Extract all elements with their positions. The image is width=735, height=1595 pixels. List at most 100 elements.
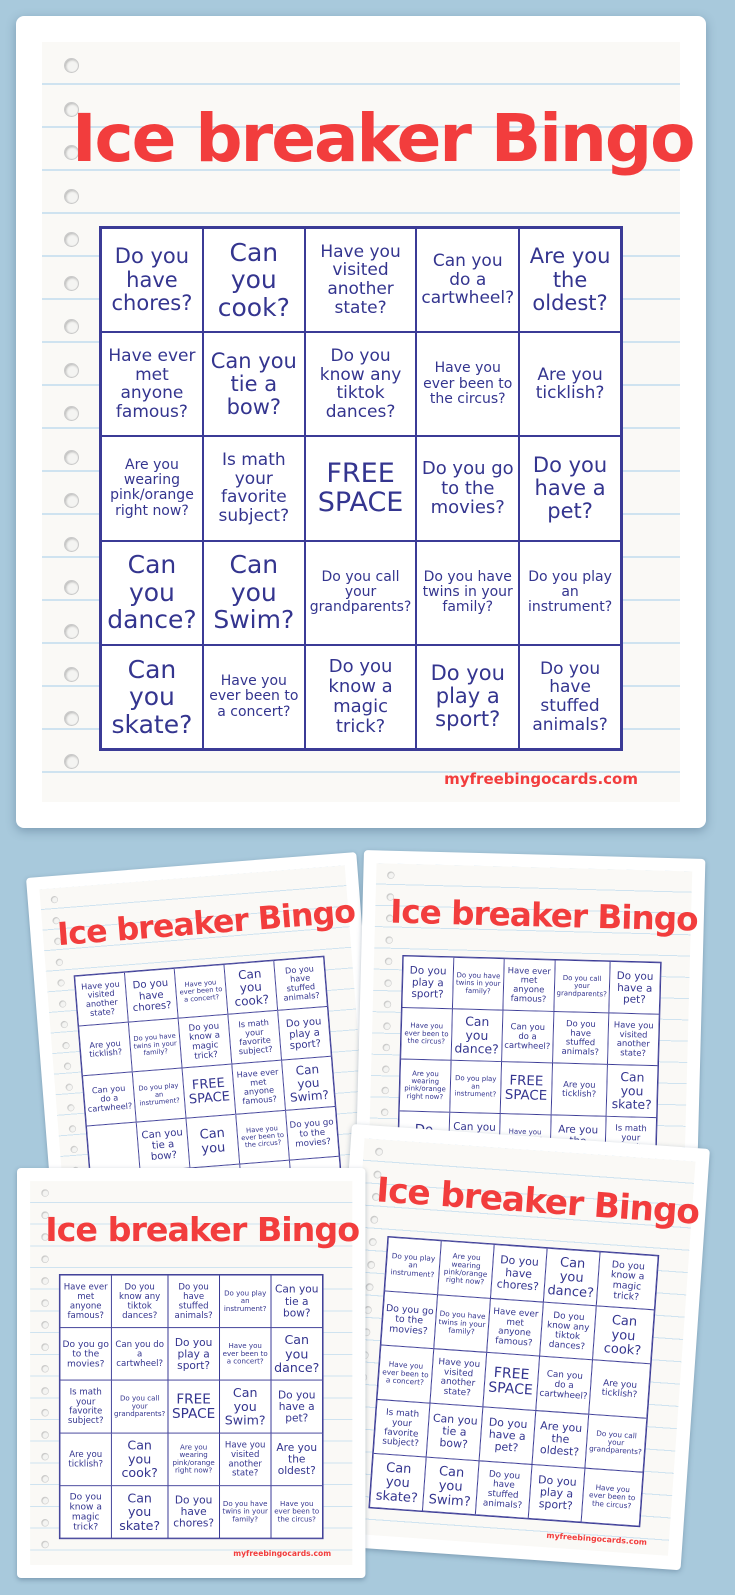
bingo-cell: Do you play an instrument? — [519, 540, 621, 645]
free-space-cell: FREE SPACE — [182, 1064, 236, 1118]
bingo-cell: Do you call your grandparents? — [111, 1380, 168, 1433]
bingo-cell: Can you do a cartwheel? — [416, 228, 520, 333]
bingo-cell: Do you go to the movies? — [380, 1291, 438, 1349]
bingo-cell: Do you have a pet? — [608, 961, 661, 1015]
bingo-cell: Is math your favorite subject? — [59, 1380, 112, 1433]
bingo-cell: Have you ever been to the circus? — [400, 1007, 453, 1061]
bingo-cell: Are you wearing pink/orange right now? — [167, 1432, 220, 1486]
bingo-cell: Have you ever been to the circus? — [416, 332, 520, 437]
bingo-cell: Are you wearing pink/orange right now? — [437, 1240, 495, 1299]
bingo-cell: Do you go to the movies? — [416, 436, 520, 541]
hole-icon — [41, 1189, 49, 1197]
bingo-cell: Have you visited another state? — [74, 972, 129, 1027]
bingo-cell: Have ever met anyone famous? — [231, 1060, 286, 1115]
hole-icon — [366, 1260, 376, 1269]
hole-icon — [41, 1255, 49, 1263]
bingo-cell: Do you have stuffed animals? — [273, 956, 328, 1011]
bingo-cell: Do you play a sport? — [167, 1327, 220, 1381]
bingo-cell: Can you tie a bow? — [426, 1402, 483, 1461]
hole-icon — [60, 1020, 69, 1029]
bingo-cell: Do you have chores? — [167, 1485, 220, 1539]
free-space-cell: FREE SPACE — [482, 1352, 540, 1411]
bingo-cell: Do you play a sport? — [277, 1006, 332, 1061]
bingo-cell: Can you Swim? — [422, 1456, 479, 1515]
bingo-cell: Have you visited another state? — [219, 1432, 271, 1486]
hole-icon — [41, 1452, 49, 1461]
hole-icon — [383, 1000, 392, 1009]
bingo-cell: Do you have chores? — [490, 1244, 547, 1303]
bingo-cell: Can you tie a bow? — [270, 1275, 323, 1328]
hole-icon — [65, 1083, 74, 1091]
bingo-cell: Do you have chores? — [124, 968, 179, 1023]
hole-icon — [384, 957, 393, 966]
bingo-cell: Can you Swim? — [202, 540, 305, 645]
bingo-cell: Have you ever been to a concert? — [174, 964, 228, 1019]
bingo-cell: Can you do a cartwheel? — [501, 1010, 554, 1064]
hole-icon — [41, 1321, 49, 1329]
bingo-cell: Do you have a pet? — [519, 436, 621, 541]
hole-icon — [41, 1518, 49, 1527]
hole-icon — [66, 1103, 75, 1112]
bingo-cell: Do you go to the movies? — [285, 1106, 340, 1161]
bingo-cell: Can you cook? — [111, 1432, 168, 1486]
bingo-cell: Do you know any tiktok dances? — [111, 1275, 168, 1328]
hole-icon — [64, 406, 79, 421]
bingo-cell: Are you ticklish? — [59, 1432, 112, 1486]
hole-icon — [380, 1108, 389, 1116]
bingo-cell: Can you dance? — [451, 1008, 503, 1062]
bingo-cell: Do you play a sport? — [528, 1464, 586, 1523]
bingo-cell: Can you do a cartwheel? — [535, 1356, 593, 1415]
bingo-grid: Do you have chores? Can you cook? Have you… — [99, 226, 623, 751]
bingo-cell: Do you know a magic trick? — [304, 644, 417, 749]
hole-icon — [64, 232, 79, 247]
bingo-cell: Are you wearing pink/orange right now? — [101, 436, 203, 541]
bingo-cell: Can you dance? — [270, 1327, 323, 1381]
card-title: Ice breaker Bingo — [389, 892, 699, 939]
bingo-cell: Have ever met anyone famous? — [502, 958, 555, 1012]
hole-icon — [55, 958, 64, 966]
bingo-cell: Do you have twins in your family? — [128, 1018, 183, 1073]
bingo-cell: Can you do a cartwheel? — [111, 1327, 168, 1381]
bingo-cell: Can you Swim? — [219, 1380, 271, 1433]
bingo-cell: Can you dance? — [543, 1248, 601, 1306]
bingo-cell: Are you ticklish? — [78, 1022, 133, 1076]
bingo-cell: Do you have twins in your family? — [416, 540, 520, 645]
hole-icon — [64, 362, 79, 378]
bingo-cell: Can you cook? — [223, 960, 278, 1015]
bingo-cell: Do you have stuffed animals? — [167, 1275, 220, 1328]
bingo-cell: Have you visited another state? — [607, 1012, 660, 1066]
hole-icon — [64, 319, 79, 334]
bingo-cell: Are you ticklish? — [519, 332, 621, 437]
bingo-cell: Do you play a sport? — [401, 956, 454, 1009]
site-watermark: myfreebingocards.com — [233, 1548, 332, 1558]
hole-icon — [365, 1282, 374, 1292]
bingo-cell: Do you know any tiktok dances? — [304, 332, 417, 437]
bingo-cell: Do you have twins in your family? — [452, 957, 505, 1011]
bingo-cell: Do you know any tiktok dances? — [539, 1302, 597, 1360]
bingo-card-preview: Ice breaker Bingo Have ever met anyone f… — [17, 1168, 366, 1579]
bingo-cell: Do you call your grandparents? — [585, 1414, 647, 1473]
free-space-cell: FREE SPACE — [167, 1380, 220, 1433]
bingo-cell: Do you have twins in your family? — [219, 1485, 271, 1539]
bingo-cell: Have you visited another state? — [304, 228, 417, 333]
bingo-cell: Are you wearing pink/orange right now? — [399, 1059, 452, 1113]
bingo-cell: Do you know a magic trick? — [178, 1014, 232, 1069]
hole-icon — [381, 1065, 390, 1073]
hole-icon — [41, 1342, 49, 1351]
bingo-cell: Have you ever been to a concert? — [202, 644, 305, 749]
bingo-cell: Have ever met anyone famous? — [59, 1275, 112, 1328]
bingo-cell: Is math your favorite subject? — [227, 1010, 282, 1065]
card-title: Ice breaker Bingo — [55, 892, 357, 953]
hole-icon — [64, 58, 79, 73]
bingo-cell: Are you ticklish? — [550, 1063, 608, 1117]
bingo-cell: Are you the oldest? — [270, 1432, 323, 1486]
hole-icon — [64, 754, 79, 769]
hole-icon — [41, 1364, 49, 1373]
bingo-cell: Do you call your grandparents? — [553, 959, 611, 1013]
bingo-cell: Can you do a cartwheel? — [82, 1072, 137, 1126]
bingo-grid: Have ever met anyone famous? Do you know … — [58, 1274, 324, 1540]
bingo-cell: Can you skate? — [111, 1485, 168, 1539]
bingo-cell: Do you know a magic trick? — [59, 1485, 112, 1539]
hole-icon — [382, 1043, 391, 1052]
bingo-cell: Can you skate? — [101, 644, 203, 749]
